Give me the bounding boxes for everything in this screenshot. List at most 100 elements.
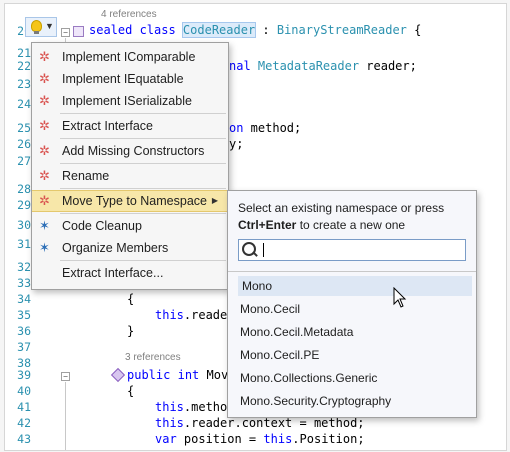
popup-divider xyxy=(228,271,476,272)
keyword: sealed class xyxy=(89,23,183,37)
menu-item-label: Extract Interface xyxy=(62,119,154,133)
line-number: 29 xyxy=(17,198,31,212)
line-number: 22 xyxy=(17,59,31,73)
code-line[interactable]: var position = this.Position; xyxy=(155,432,365,446)
menu-item-label: Extract Interface... xyxy=(62,266,164,280)
line-number: 21 xyxy=(17,46,31,60)
line-number: 33 xyxy=(17,276,31,290)
code-token: .Position; xyxy=(292,432,365,446)
menu-item-code-cleanup[interactable]: ✶ Code Cleanup xyxy=(32,215,228,237)
line-number: 27 xyxy=(17,154,31,168)
namespace-option[interactable]: Mono.Security.Cryptography xyxy=(240,391,472,411)
menu-item-label: Implement ISerializable xyxy=(62,94,192,108)
line-number: 26 xyxy=(17,137,31,151)
line-number: 31 xyxy=(17,237,31,251)
code-line[interactable]: public int Mov xyxy=(127,368,228,382)
class-icon xyxy=(73,26,84,37)
code-line[interactable]: { xyxy=(127,384,134,398)
line-number: 39 xyxy=(17,368,31,382)
namespace-option[interactable]: Mono xyxy=(238,276,472,296)
code-token: : xyxy=(255,23,277,37)
references-codelens[interactable]: 4 references xyxy=(101,9,157,20)
menu-separator xyxy=(60,163,226,164)
menu-item-rename[interactable]: ✲ Rename xyxy=(32,165,228,187)
menu-item-label: Code Cleanup xyxy=(62,219,142,233)
quick-actions-button[interactable]: ▼ xyxy=(25,17,57,37)
collapse-icon[interactable]: − xyxy=(61,28,70,37)
line-number: 24 xyxy=(17,97,31,111)
gear-icon: ✲ xyxy=(39,193,50,208)
namespace-option[interactable]: Mono.Collections.Generic xyxy=(240,368,472,388)
menu-separator xyxy=(60,213,226,214)
menu-item-label: Organize Members xyxy=(62,241,169,255)
code-token: position = xyxy=(176,432,264,446)
line-number: 43 xyxy=(17,432,31,446)
namespace-hint: Select an existing namespace or press Ct… xyxy=(238,200,470,234)
namespace-option[interactable]: Mono.Cecil xyxy=(240,299,472,319)
keyword: var xyxy=(155,432,177,446)
gear-icon: ✲ xyxy=(39,93,50,108)
submenu-arrow-icon: ▶ xyxy=(211,196,218,205)
code-line[interactable]: nal MetadataReader reader; xyxy=(229,59,417,73)
line-number: 40 xyxy=(17,384,31,398)
wand-icon: ✶ xyxy=(39,218,50,233)
code-line[interactable]: this.method xyxy=(155,400,234,414)
menu-separator xyxy=(60,188,226,189)
menu-item-label: Add Missing Constructors xyxy=(62,144,205,158)
fold-guide xyxy=(65,382,66,450)
code-token: y; xyxy=(229,137,244,151)
code-token: .reader.context = method; xyxy=(183,416,365,430)
quick-actions-menu: ✲ Implement IComparable ✲ Implement IEqu… xyxy=(31,42,229,290)
keyword: int xyxy=(177,368,200,382)
code-line[interactable]: } xyxy=(127,324,134,338)
text-caret xyxy=(263,243,264,257)
line-number: 41 xyxy=(17,400,31,414)
keyword: on xyxy=(229,121,244,135)
code-token: Mov xyxy=(199,368,229,382)
line-number: 32 xyxy=(17,260,31,274)
code-token: method; xyxy=(243,121,302,135)
code-line[interactable]: on method; xyxy=(229,121,301,135)
class-name[interactable]: CodeReader xyxy=(181,22,257,38)
code-line[interactable]: { xyxy=(127,292,134,306)
menu-item-implement-icomparable[interactable]: ✲ Implement IComparable xyxy=(32,46,228,68)
keyword: this xyxy=(155,416,184,430)
hint-text: Select an existing namespace or press xyxy=(238,201,445,215)
menu-item-move-type-to-namespace[interactable]: ✲ Move Type to Namespace ▶ xyxy=(32,190,228,212)
line-number: 42 xyxy=(17,416,31,430)
collapse-icon[interactable]: − xyxy=(61,372,70,381)
menu-item-extract-interface-dialog[interactable]: Extract Interface... xyxy=(32,262,228,284)
menu-item-label: Implement IComparable xyxy=(62,50,196,64)
keyword: this xyxy=(155,308,184,322)
menu-item-implement-iserializable[interactable]: ✲ Implement ISerializable xyxy=(32,90,228,112)
menu-item-add-missing-constructors[interactable]: ✲ Add Missing Constructors xyxy=(32,140,228,162)
chevron-down-icon: ▼ xyxy=(45,21,54,31)
base-type: BinaryStreamReader xyxy=(276,23,407,37)
namespace-search-input[interactable] xyxy=(238,239,466,261)
line-number: 34 xyxy=(17,292,31,306)
mouse-cursor-icon xyxy=(393,287,407,308)
hint-text-2: to create a new one xyxy=(296,218,406,232)
namespace-option[interactable]: Mono.Cecil.Metadata xyxy=(240,322,472,342)
keyword: this xyxy=(263,432,293,446)
code-line[interactable]: y; xyxy=(229,137,243,151)
editor-window: 4 references 26 21 22 23 24 25 26 27 28 … xyxy=(4,3,507,451)
code-line[interactable]: sealed class CodeReader : BinaryStreamRe… xyxy=(89,22,421,38)
menu-separator xyxy=(60,138,226,139)
line-number: 35 xyxy=(17,308,31,322)
line-number: 30 xyxy=(17,218,31,232)
code-line[interactable]: this.reader xyxy=(155,308,234,322)
menu-item-organize-members[interactable]: ✶ Organize Members xyxy=(32,237,228,259)
menu-item-implement-iequatable[interactable]: ✲ Implement IEquatable xyxy=(32,68,228,90)
method-icon xyxy=(110,367,126,383)
gear-icon: ✲ xyxy=(39,143,50,158)
type-name: MetadataReader xyxy=(257,59,360,73)
line-number: 36 xyxy=(17,324,31,338)
menu-item-extract-interface[interactable]: ✲ Extract Interface xyxy=(32,115,228,137)
references-codelens[interactable]: 3 references xyxy=(125,352,181,363)
code-line[interactable]: this.reader.context = method; xyxy=(155,416,365,430)
menu-item-label: Move Type to Namespace xyxy=(62,194,207,208)
keyword: public xyxy=(127,368,171,382)
namespace-option[interactable]: Mono.Cecil.PE xyxy=(240,345,472,365)
search-icon-handle xyxy=(252,251,258,257)
